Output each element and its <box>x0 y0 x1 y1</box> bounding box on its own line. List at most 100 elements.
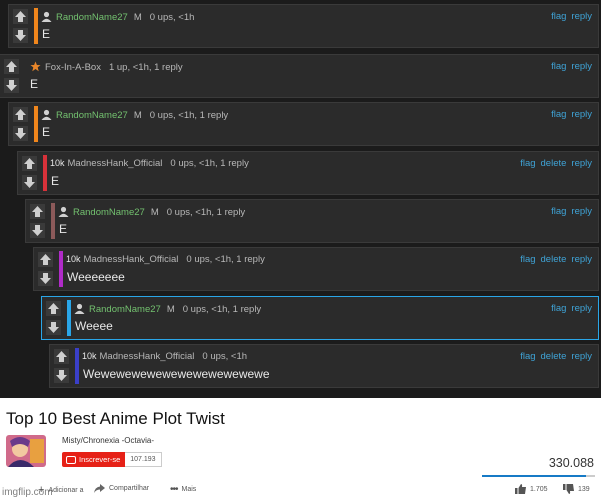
flag-link[interactable]: flag <box>520 158 535 169</box>
like-button[interactable]: 1.705 <box>515 484 548 494</box>
dislike-count: 139 <box>578 485 590 493</box>
reply-link[interactable]: reply <box>571 11 592 22</box>
flag-link[interactable]: flag <box>551 61 566 72</box>
delete-link[interactable]: delete <box>541 351 567 362</box>
user-icon <box>74 303 85 317</box>
subscribe-group: Inscrever-se 107.193 <box>62 452 162 467</box>
reply-link[interactable]: reply <box>571 109 592 120</box>
comment-header: RandomName27 M 0 ups, <1h, 1 reply <box>41 109 228 123</box>
comment-actions: flag reply <box>546 303 592 314</box>
add-label: Adicionar a <box>48 486 84 494</box>
username-link[interactable]: RandomName27 <box>56 12 128 23</box>
points-badge: 10k <box>82 351 97 361</box>
downvote-arrow-icon[interactable] <box>46 320 61 335</box>
username-link[interactable]: RandomName27 <box>73 207 145 218</box>
comment-header: 10k MadnessHank_Official 0 ups, <1h, 1 rep… <box>66 254 265 265</box>
more-button[interactable]: ••• Mais <box>170 484 196 495</box>
username-link[interactable]: RandomName27 <box>56 110 128 121</box>
reply-link[interactable]: reply <box>571 61 592 72</box>
flag-link[interactable]: flag <box>520 351 535 362</box>
mod-indicator: M <box>150 207 159 218</box>
vote-controls <box>9 103 33 145</box>
comment-actions: flag delete reply <box>515 158 592 169</box>
username-link[interactable]: MadnessHank_Official <box>84 254 179 265</box>
comment: RandomName27 M 0 ups, <1h, 1 reply E flag r… <box>8 102 599 146</box>
mod-indicator: M <box>133 12 142 23</box>
vote-controls <box>34 248 58 290</box>
vote-controls <box>0 55 24 97</box>
thread-color-bar <box>59 251 63 287</box>
comment-header: Fox-In-A-Box 1 up, <1h, 1 reply <box>30 61 183 75</box>
username-link[interactable]: Fox-In-A-Box <box>45 62 101 73</box>
subscribe-label: Inscrever-se <box>79 455 121 464</box>
comment-meta: 0 ups, <1h, 1 reply <box>182 304 262 315</box>
vote-controls <box>50 345 74 387</box>
points-badge: 10k <box>50 158 65 168</box>
delete-link[interactable]: delete <box>541 254 567 265</box>
watermark: imgflip.com <box>2 487 53 498</box>
dislike-button[interactable]: 139 <box>563 484 590 494</box>
upvote-arrow-icon[interactable] <box>13 9 28 24</box>
delete-link[interactable]: delete <box>541 158 567 169</box>
view-count: 330.088 <box>548 456 594 470</box>
username-link[interactable]: MadnessHank_Official <box>68 158 163 169</box>
upvote-arrow-icon[interactable] <box>46 301 61 316</box>
upvote-arrow-icon[interactable] <box>22 156 37 171</box>
comment: RandomName27 M 0 ups, <1h, 1 reply Weeee f… <box>41 296 599 340</box>
upvote-arrow-icon[interactable] <box>54 349 69 364</box>
flag-link[interactable]: flag <box>551 303 566 314</box>
video-actions: + Adicionar a Compartilhar ••• Mais 1.705 … <box>0 484 601 498</box>
user-icon <box>58 206 69 220</box>
comment-meta: 0 ups, <1h, 1 reply <box>170 158 249 169</box>
thumbs-up-icon <box>515 484 526 494</box>
user-icon <box>41 109 52 123</box>
comment-header: RandomName27 M 0 ups, <1h, 1 reply <box>58 206 245 220</box>
upvote-arrow-icon[interactable] <box>13 107 28 122</box>
downvote-arrow-icon[interactable] <box>22 175 37 190</box>
share-label: Compartilhar <box>109 485 150 492</box>
subscribe-button[interactable]: Inscrever-se <box>62 452 126 467</box>
reply-link[interactable]: reply <box>571 303 592 314</box>
reply-link[interactable]: reply <box>571 206 592 217</box>
flag-link[interactable]: flag <box>551 206 566 217</box>
comment-text: Weeee <box>75 319 113 333</box>
downvote-arrow-icon[interactable] <box>54 368 69 383</box>
flag-link[interactable]: flag <box>551 11 566 22</box>
comment-actions: flag reply <box>546 109 592 120</box>
comment: 10k MadnessHank_Official 0 ups, <1h Wewewe… <box>49 344 599 388</box>
points-badge: 10k <box>66 254 81 264</box>
flag-link[interactable]: flag <box>551 109 566 120</box>
downvote-arrow-icon[interactable] <box>13 126 28 141</box>
channel-avatar[interactable] <box>6 435 46 467</box>
upvote-arrow-icon[interactable] <box>30 204 45 219</box>
comment: 10k MadnessHank_Official 0 ups, <1h, 1 rep… <box>17 151 599 195</box>
video-title: Top 10 Best Anime Plot Twist <box>6 409 225 428</box>
thread-color-bar <box>51 203 55 239</box>
like-count: 1.705 <box>530 485 548 493</box>
like-ratio-fill <box>482 475 586 477</box>
share-button[interactable]: Compartilhar <box>94 484 149 493</box>
comment: Fox-In-A-Box 1 up, <1h, 1 reply E flag rep… <box>0 54 599 98</box>
downvote-arrow-icon[interactable] <box>4 78 19 93</box>
thread-color-bar <box>34 106 38 142</box>
share-icon <box>94 484 105 493</box>
reply-link[interactable]: reply <box>571 351 592 362</box>
username-link[interactable]: RandomName27 <box>89 304 161 315</box>
upvote-arrow-icon[interactable] <box>4 59 19 74</box>
flag-link[interactable]: flag <box>520 254 535 265</box>
comment-meta: 1 up, <1h, 1 reply <box>108 62 183 73</box>
comment-text: Weeeeeee <box>67 270 125 284</box>
downvote-arrow-icon[interactable] <box>13 28 28 43</box>
reply-link[interactable]: reply <box>571 254 592 265</box>
downvote-arrow-icon[interactable] <box>30 223 45 238</box>
channel-name[interactable]: Misty/Chronexia -Octavia- <box>62 436 154 445</box>
reply-link[interactable]: reply <box>571 158 592 169</box>
username-link[interactable]: MadnessHank_Official <box>100 351 195 362</box>
comment-actions: flag delete reply <box>515 351 592 362</box>
comment-meta: 0 ups, <1h <box>149 12 195 23</box>
upvote-arrow-icon[interactable] <box>38 252 53 267</box>
thread-color-bar <box>67 300 71 336</box>
comment-header: RandomName27 M 0 ups, <1h, 1 reply <box>74 303 261 317</box>
more-label: Mais <box>181 486 197 493</box>
downvote-arrow-icon[interactable] <box>38 271 53 286</box>
